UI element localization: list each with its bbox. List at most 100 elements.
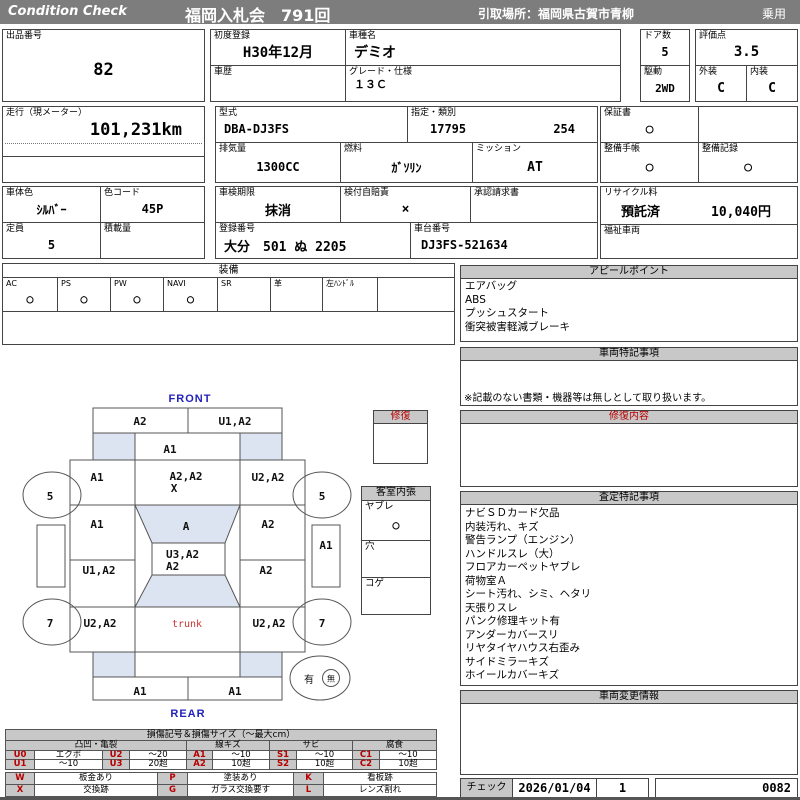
maintenance-record-cell: 整備記録 ○ [698,142,798,183]
spare-mark-ellipse [289,655,351,701]
approval-cell: 承認請求書 [470,186,598,223]
check-count-cell: 1 [596,778,649,798]
brand-logo: Condition Check [8,4,127,19]
drive-cell: 駆動 2WD [640,65,690,102]
score-cell: 評価点 3.5 [695,29,798,66]
appeal-points-header: アピールポイント [460,265,798,279]
mileage-cell: 走行（現メーター） 101,231km [2,106,205,183]
class-cell: 指定・類別 17795 254 [407,106,598,143]
assessment-item: 荷物室Ａ [465,574,507,587]
rear-corner-left [92,651,136,678]
legend-desc: ガラス交換要す [187,784,294,797]
equipment-empty-row [2,311,455,345]
insurance-cell: 検付自賠責 × [340,186,471,223]
assessment-item: ホイールカバーキズ [465,669,560,681]
repair-detail-header: 修復内容 [460,410,798,424]
front-door-right-panel [239,504,306,561]
warranty-cell: 保証書 ○ [600,106,699,143]
rear-corner-right [239,651,283,678]
notes-footnote: ※記載のない書類・機器等は無しとして取り扱います。 [464,393,712,404]
change-info-header: 車両変更情報 [460,690,798,704]
serial-cell: 0082 [655,778,798,798]
evaluation-score: 3.5 [733,44,760,60]
fuel-cell: 燃料 ｶﾞｿﾘﾝ [340,142,473,183]
registration-no-cell: 登録番号 大分 501 ぬ 2205 [215,222,411,259]
legend-desc: レンズ割れ [323,784,437,797]
legend-code: C2 [352,759,380,770]
rear-window-panel [134,574,241,608]
damage-fender-rr: U2,A2 [252,617,285,630]
damage-door-rr: A2 [259,564,272,577]
appeal-item: 衝突被害軽減ブレーキ [465,320,570,333]
lot-number: 82 [93,60,114,80]
front-door-left-panel [69,504,136,561]
hood-panel [134,432,241,461]
rear-caption: REAR [170,708,205,720]
load-capacity-cell: 積載量 [100,222,205,259]
appeal-item: ABS [465,293,486,306]
legend-code: X [5,784,35,797]
legend-code: U3 [102,759,130,770]
auction-title: 福岡入札会 791回 [185,6,331,25]
legend-code: G [157,784,188,797]
equipment-header: 装備 [2,263,455,278]
damage-door-fr: A2 [261,518,274,531]
divider [5,143,202,144]
appeal-item: プッシュスタート [465,307,549,319]
circle-mark: ○ [744,159,752,175]
model-name-cell: 車種名 デミオ [345,29,621,66]
interior-grade-cell: 内装 C [746,65,798,102]
assessment-item: ナビＳＤカード欠品 [465,507,560,519]
legend-desc: 20超 [129,759,187,770]
circle-mark: ○ [645,159,654,175]
appeal-points-body: エアバッグ ABS プッシュスタート 衝突被害軽減ブレーキ [460,278,798,342]
equipment-cell-sr: SR [217,277,271,312]
car-damage-diagram: FRONT REAR A2 U1,A2 A1 A1 A2,A2 X U2,A2 … [22,393,352,720]
equipment-cell-extra [377,277,455,312]
front-corner-left [92,432,136,461]
equipment-cell-ac: AC ○ [2,277,58,312]
damage-fender-fr: U2,A2 [251,471,284,484]
assessment-notes-body: ナビＳＤカード欠品 内装汚れ、キズ 警告ランプ（エンジン） ハンドルスレ（大） … [460,504,798,686]
left-sill-panel [36,524,66,588]
damage-front-bumper-r: U1,A2 [218,415,251,428]
damage-roof-b: A2 [166,560,179,573]
damage-front-bumper-l: A2 [133,415,146,428]
check-label: チェック [460,778,513,798]
auction-condition-sheet: Condition Check 福岡入札会 791回 引取場所：福岡県古賀市青柳… [0,0,800,800]
capacity-cell: 定員 5 [2,222,101,259]
equipment-cell-leather: 革 [270,277,323,312]
body-color-cell: 車体色 ｼﾙﾊﾞｰ [2,186,101,223]
cabin-lining-burn-cell: コゲ [361,577,431,615]
wheel-rr-size: 7 [319,617,326,630]
model-code-cell: 型式 DBA-DJ3FS [215,106,408,143]
front-corner-right [239,432,283,461]
maintenance-book-cell: 整備手帳 ○ [600,142,699,183]
legend-code: U1 [5,759,35,770]
inspection-cell: 車検期限 抹消 [215,186,341,223]
grade-cell: グレード・仕様 １３Ｃ [345,65,621,102]
damage-rear-bumper-r: A1 [228,685,242,698]
mileage-value: 101,231km [89,120,182,140]
wheel-rl-size: 7 [47,617,54,630]
trunk-caption: trunk [172,619,202,630]
welfare-vehicle-cell: 福祉車両 [600,224,798,259]
transmission-cell: ミッション AT [472,142,598,183]
lot-number-cell: 出品番号 82 [2,29,205,102]
damage-fender-rl: U2,A2 [83,617,116,630]
vehicle-category: 乗用 [762,7,787,21]
legend-code: S2 [269,759,297,770]
history-cell: 車歴 [210,65,346,102]
circle-mark: ○ [645,121,654,137]
exterior-grade-cell: 外装 C [695,65,747,102]
repair-detail-body [460,423,798,487]
legend-code: L [293,784,324,797]
pickup-location: 引取場所：福岡県古賀市青柳 [478,7,635,21]
displacement-cell: 排気量 1300CC [215,142,341,183]
spare-no-label: 無 [327,674,335,684]
assessment-item: フロアカーペットヤブレ [465,561,581,573]
change-info-body [460,703,798,775]
repair-mark-body [373,423,428,464]
equipment-cell-ps: PS ○ [57,277,111,312]
right-sill-panel [311,524,341,588]
